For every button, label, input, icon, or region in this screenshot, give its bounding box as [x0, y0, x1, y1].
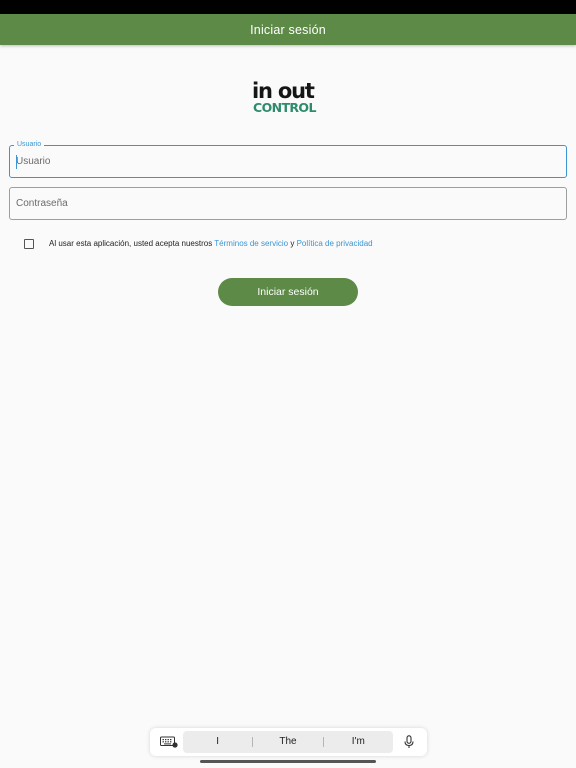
terms-link[interactable]: Términos de servicio [214, 239, 288, 248]
keyboard-suggestion-bar: I The I'm [150, 728, 427, 756]
status-bar [0, 0, 576, 14]
app-logo: in out CONTROL [252, 80, 326, 120]
login-button[interactable]: Iniciar sesión [218, 278, 358, 306]
app-bar: Iniciar sesión [0, 14, 576, 45]
username-field[interactable]: Usuario [9, 140, 567, 178]
username-input[interactable] [16, 146, 556, 177]
app-bar-title: Iniciar sesión [250, 22, 326, 37]
suggestion-list: I The I'm [183, 731, 393, 753]
text-caret [16, 155, 17, 169]
password-field[interactable] [9, 187, 567, 220]
logo-text-top: in out [252, 79, 315, 103]
suggestion-item[interactable]: I [183, 731, 252, 753]
consent-joiner: y [290, 239, 295, 248]
consent-prefix: Al usar esta aplicación, usted acepta nu… [49, 239, 213, 248]
keyboard-icon[interactable] [160, 736, 178, 748]
password-input[interactable] [16, 188, 556, 219]
logo-text-bottom: CONTROL [253, 100, 316, 115]
suggestion-item[interactable]: I'm [324, 731, 393, 753]
consent-text: Al usar esta aplicación, usted acepta nu… [49, 239, 373, 249]
microphone-icon[interactable] [403, 735, 415, 749]
home-indicator[interactable] [200, 760, 376, 763]
privacy-link[interactable]: Política de privacidad [297, 239, 373, 248]
consent-checkbox[interactable] [24, 239, 34, 249]
suggestion-item[interactable]: The [253, 731, 322, 753]
